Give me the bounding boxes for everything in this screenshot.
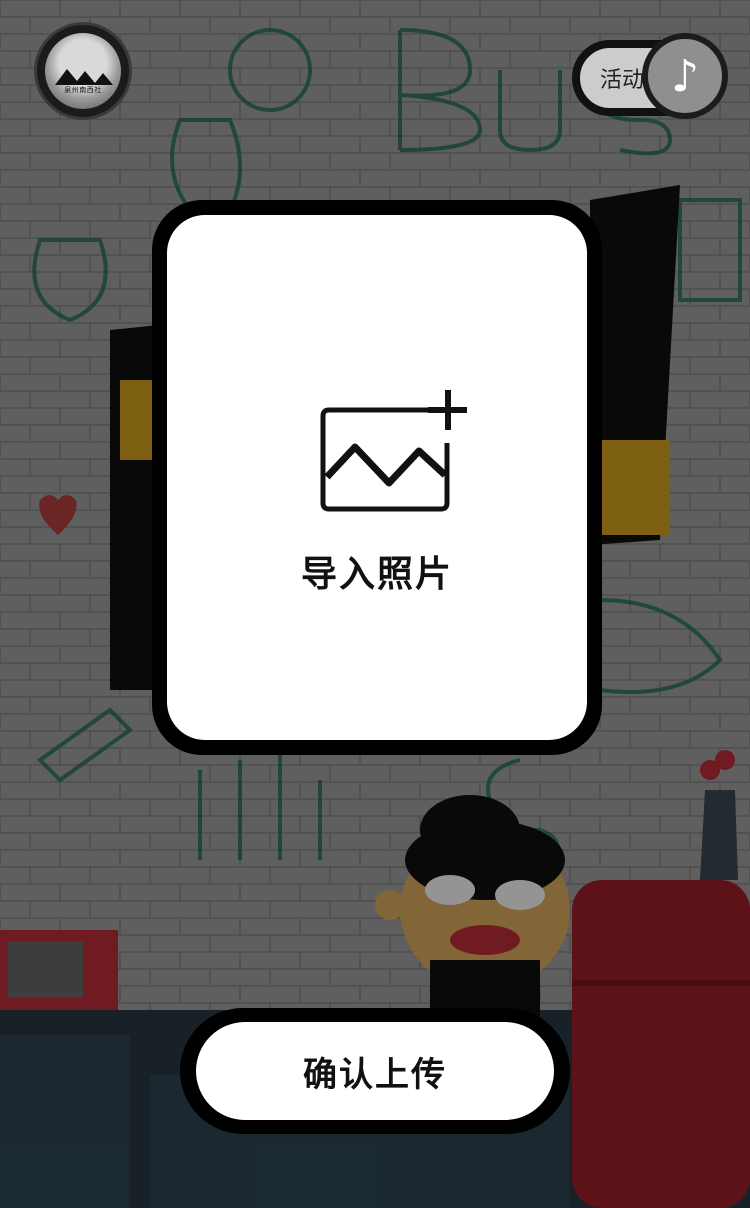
brand-text: 泉州南西社 bbox=[64, 86, 102, 94]
music-note-icon: ♪ bbox=[670, 50, 700, 102]
brand-logo[interactable]: 泉州南西社 bbox=[34, 22, 132, 120]
activity-label: 活动 bbox=[600, 68, 645, 93]
confirm-upload-button[interactable]: 确认上传 bbox=[180, 1008, 570, 1134]
upload-card: 导入照片 bbox=[152, 200, 602, 755]
confirm-label: 确认上传 bbox=[303, 1054, 447, 1095]
mountain-icon bbox=[55, 69, 113, 85]
music-toggle-button[interactable]: ♪ bbox=[642, 33, 728, 119]
add-image-icon bbox=[320, 390, 467, 512]
upload-label: 导入照片 bbox=[300, 554, 453, 595]
upload-area[interactable]: 导入照片 bbox=[167, 215, 587, 740]
